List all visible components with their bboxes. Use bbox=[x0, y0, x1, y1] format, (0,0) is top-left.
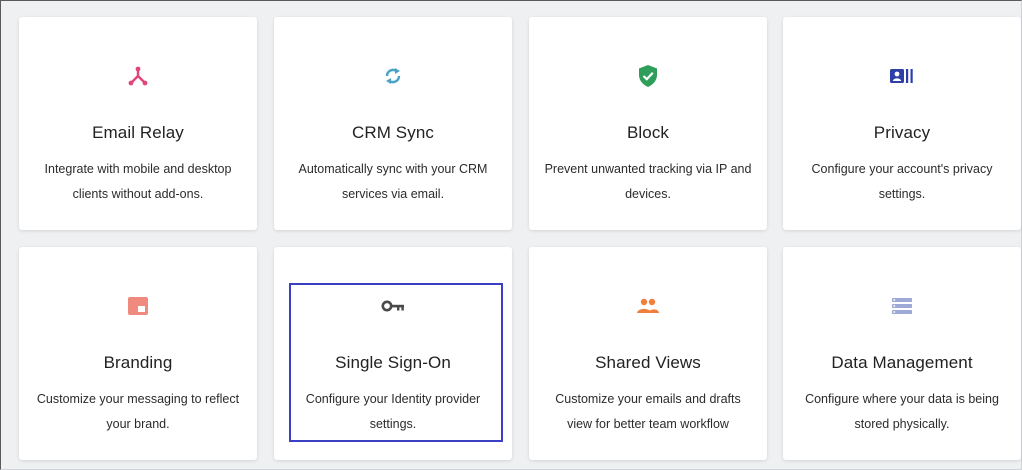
card-title: CRM Sync bbox=[351, 123, 435, 142]
people-icon bbox=[529, 293, 767, 319]
card-shared-views[interactable]: Shared Views Customize your emails and d… bbox=[529, 247, 767, 460]
network-icon bbox=[19, 63, 257, 89]
id-card-icon bbox=[783, 63, 1021, 89]
card-description: Configure where your data is being store… bbox=[805, 392, 999, 431]
card-description: Customize your emails and drafts view fo… bbox=[555, 392, 741, 431]
sync-icon bbox=[274, 63, 512, 89]
card-branding[interactable]: Branding Customize your messaging to ref… bbox=[19, 247, 257, 460]
card-email-relay[interactable]: Email Relay Integrate with mobile and de… bbox=[19, 17, 257, 230]
card-description: Automatically sync with your CRM service… bbox=[298, 162, 488, 201]
storage-icon bbox=[783, 293, 1021, 319]
card-title: Shared Views bbox=[595, 353, 701, 372]
card-data-management[interactable]: Data Management Configure where your dat… bbox=[783, 247, 1021, 460]
shield-check-icon bbox=[529, 63, 767, 89]
card-title: Privacy bbox=[873, 123, 931, 142]
card-block[interactable]: Block Prevent unwanted tracking via IP a… bbox=[529, 17, 767, 230]
card-title: Data Management bbox=[831, 353, 973, 372]
card-privacy[interactable]: Privacy Configure your account's privacy… bbox=[783, 17, 1021, 230]
card-crm-sync[interactable]: CRM Sync Automatically sync with your CR… bbox=[274, 17, 512, 230]
card-description: Integrate with mobile and desktop client… bbox=[44, 162, 232, 201]
key-icon bbox=[274, 293, 512, 319]
card-description: Customize your messaging to reflect your… bbox=[36, 392, 240, 431]
branding-icon bbox=[19, 293, 257, 319]
card-title: Email Relay bbox=[92, 123, 184, 142]
card-single-sign-on[interactable]: Single Sign-On Configure your Identity p… bbox=[274, 247, 512, 460]
card-title: Single Sign-On bbox=[335, 353, 451, 372]
card-title: Branding bbox=[103, 353, 173, 372]
card-title: Block bbox=[626, 123, 670, 142]
card-description: Prevent unwanted tracking via IP and dev… bbox=[544, 162, 752, 201]
card-description: Configure your Identity provider setting… bbox=[305, 392, 481, 431]
card-description: Configure your account's privacy setting… bbox=[811, 162, 993, 201]
